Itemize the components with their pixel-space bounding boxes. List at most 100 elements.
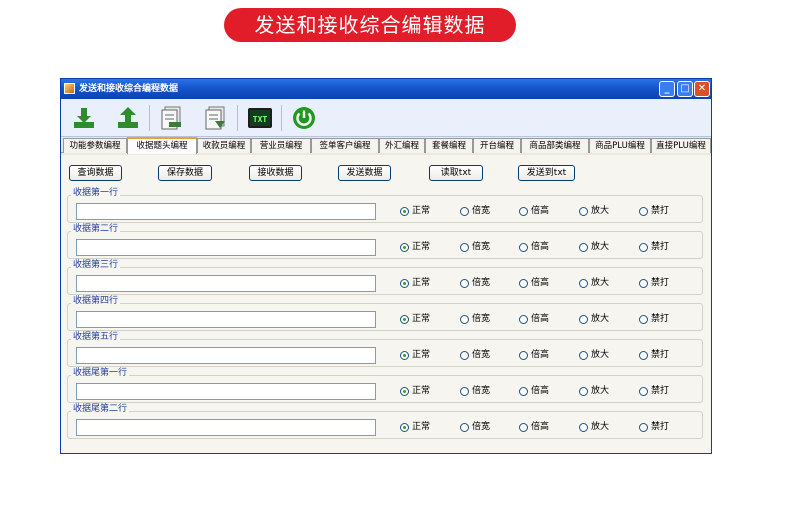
radio-double-height[interactable]: 倍高 <box>519 313 549 325</box>
radio-normal[interactable]: 正常 <box>400 205 430 217</box>
radio-normal[interactable]: 正常 <box>400 385 430 397</box>
close-button[interactable]: ✕ <box>694 81 710 97</box>
radio-empty-icon <box>460 314 469 324</box>
radio-double-width[interactable]: 倍宽 <box>460 421 490 433</box>
radio-double-height[interactable]: 倍高 <box>519 349 549 361</box>
row-text-input[interactable] <box>76 383 376 400</box>
txt-button[interactable]: TXT <box>245 103 275 133</box>
query-data-button[interactable]: 查询数据 <box>69 165 122 181</box>
tab-panel: 查询数据 保存数据 接收数据 发送数据 读取txt 发送到txt 收据第一行 正… <box>61 155 711 453</box>
radio-no-print[interactable]: 禁打 <box>639 349 669 361</box>
radio-no-print[interactable]: 禁打 <box>639 313 669 325</box>
radio-enlarge[interactable]: 放大 <box>579 313 609 325</box>
row-text-input[interactable] <box>76 275 376 292</box>
radio-selected-icon <box>400 278 409 288</box>
radio-empty-icon <box>460 278 469 288</box>
page-banner-title: 发送和接收综合编辑数据 <box>224 8 516 42</box>
app-window: 发送和接收综合编程数据 _ □ ✕ TXT 功能参数编程 收据题头编程 收款员编… <box>60 78 712 454</box>
radio-enlarge[interactable]: 放大 <box>579 241 609 253</box>
row-text-input[interactable] <box>76 203 376 220</box>
tab-product-dept[interactable]: 商品部类编程 <box>521 138 589 153</box>
radio-double-width[interactable]: 倍宽 <box>460 241 490 253</box>
power-button[interactable] <box>289 103 319 133</box>
radio-normal[interactable]: 正常 <box>400 421 430 433</box>
radio-double-height[interactable]: 倍高 <box>519 421 549 433</box>
tab-direct-plu[interactable]: 直接PLU编程 <box>651 138 711 153</box>
radio-no-print[interactable]: 禁打 <box>639 277 669 289</box>
radio-empty-icon <box>579 386 588 396</box>
radio-normal[interactable]: 正常 <box>400 313 430 325</box>
radio-selected-icon <box>400 386 409 396</box>
radio-empty-icon <box>519 314 528 324</box>
radio-empty-icon <box>579 278 588 288</box>
radio-double-width[interactable]: 倍宽 <box>460 385 490 397</box>
row-label: 收据第四行 <box>71 296 121 307</box>
radio-double-width[interactable]: 倍宽 <box>460 349 490 361</box>
upload-button[interactable] <box>113 103 143 133</box>
send-to-txt-button[interactable]: 发送到txt <box>518 165 575 181</box>
radio-empty-icon <box>579 314 588 324</box>
radio-no-print[interactable]: 禁打 <box>639 205 669 217</box>
tab-set-meal[interactable]: 套餐编程 <box>425 138 473 153</box>
row-label: 收据第一行 <box>71 188 121 199</box>
toolbar-separator <box>281 105 282 131</box>
read-txt-button[interactable]: 读取txt <box>429 165 483 181</box>
receive-data-button[interactable]: 接收数据 <box>249 165 302 181</box>
radio-double-height[interactable]: 倍高 <box>519 277 549 289</box>
send-data-button[interactable]: 发送数据 <box>338 165 391 181</box>
radio-empty-icon <box>460 206 469 216</box>
tab-receipt-header[interactable]: 收据题头编程 <box>127 137 197 154</box>
row-text-input[interactable] <box>76 347 376 364</box>
radio-double-height[interactable]: 倍高 <box>519 205 549 217</box>
radio-empty-icon <box>639 278 648 288</box>
row-label: 收据尾第二行 <box>71 404 130 415</box>
radio-double-width[interactable]: 倍宽 <box>460 277 490 289</box>
radio-no-print[interactable]: 禁打 <box>639 385 669 397</box>
row-label: 收据尾第一行 <box>71 368 130 379</box>
radio-double-height[interactable]: 倍高 <box>519 385 549 397</box>
tab-forex[interactable]: 外汇编程 <box>379 138 425 153</box>
radio-double-height[interactable]: 倍高 <box>519 241 549 253</box>
radio-enlarge[interactable]: 放大 <box>579 421 609 433</box>
radio-selected-icon <box>400 422 409 432</box>
radio-empty-icon <box>639 422 648 432</box>
radio-enlarge[interactable]: 放大 <box>579 385 609 397</box>
radio-no-print[interactable]: 禁打 <box>639 241 669 253</box>
tab-credit-customer[interactable]: 签单客户编程 <box>311 138 379 153</box>
txt-icon: TXT <box>248 108 272 128</box>
radio-normal[interactable]: 正常 <box>400 349 430 361</box>
row-text-input[interactable] <box>76 239 376 256</box>
app-icon <box>64 83 75 94</box>
radio-enlarge[interactable]: 放大 <box>579 349 609 361</box>
document-stack-button[interactable] <box>157 103 187 133</box>
radio-double-width[interactable]: 倍宽 <box>460 313 490 325</box>
row-text-input[interactable] <box>76 311 376 328</box>
radio-normal[interactable]: 正常 <box>400 277 430 289</box>
tab-table-open[interactable]: 开台编程 <box>473 138 521 153</box>
tab-salesperson[interactable]: 营业员编程 <box>251 138 311 153</box>
tab-product-plu[interactable]: 商品PLU编程 <box>589 138 651 153</box>
save-data-button[interactable]: 保存数据 <box>158 165 212 181</box>
radio-empty-icon <box>639 206 648 216</box>
title-bar[interactable]: 发送和接收综合编程数据 _ □ ✕ <box>61 79 711 99</box>
radio-selected-icon <box>400 314 409 324</box>
tab-cashier[interactable]: 收款员编程 <box>197 138 251 153</box>
download-button[interactable] <box>69 103 99 133</box>
radio-enlarge[interactable]: 放大 <box>579 205 609 217</box>
radio-empty-icon <box>639 242 648 252</box>
document-import-icon <box>205 106 225 130</box>
radio-normal[interactable]: 正常 <box>400 241 430 253</box>
row-text-input[interactable] <box>76 419 376 436</box>
radio-enlarge[interactable]: 放大 <box>579 277 609 289</box>
minimize-button[interactable]: _ <box>659 81 675 97</box>
row-group: 收据第三行 正常 倍宽 倍高 放大 禁打 <box>67 260 703 295</box>
maximize-button[interactable]: □ <box>677 81 693 97</box>
radio-empty-icon <box>460 242 469 252</box>
tab-strip: 功能参数编程 收据题头编程 收款员编程 营业员编程 签单客户编程 外汇编程 套餐… <box>61 137 711 154</box>
tab-function-params[interactable]: 功能参数编程 <box>63 138 127 153</box>
radio-empty-icon <box>519 206 528 216</box>
radio-double-width[interactable]: 倍宽 <box>460 205 490 217</box>
row-group: 收据尾第二行 正常 倍宽 倍高 放大 禁打 <box>67 404 703 439</box>
radio-no-print[interactable]: 禁打 <box>639 421 669 433</box>
document-import-button[interactable] <box>201 103 231 133</box>
